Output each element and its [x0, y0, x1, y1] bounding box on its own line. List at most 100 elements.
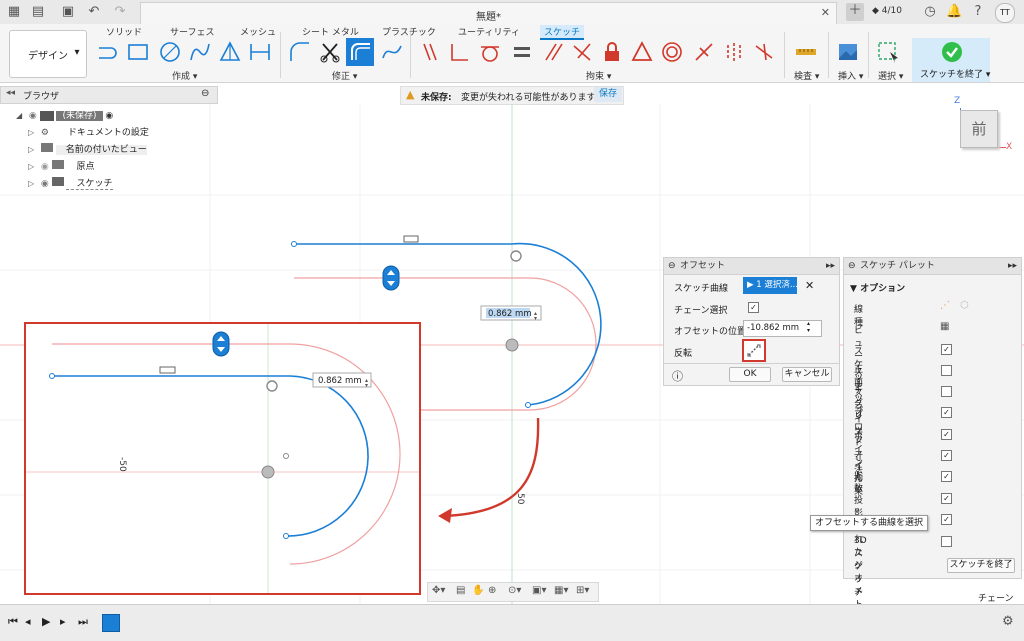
expand-panel-icon[interactable]: ▸▸: [1008, 258, 1017, 274]
collapse-icon[interactable]: ⊖: [848, 258, 856, 274]
group-inspect-label[interactable]: 検査 ▾: [794, 69, 819, 82]
collapse-icon[interactable]: ⊖: [668, 258, 676, 274]
dimensions-checkbox[interactable]: ✓: [941, 450, 952, 461]
user-avatar[interactable]: TT: [995, 3, 1015, 23]
select-icon[interactable]: [876, 40, 900, 64]
slice-checkbox[interactable]: [941, 386, 952, 397]
app-grid-icon[interactable]: ▦: [6, 4, 22, 20]
undo-icon[interactable]: ↶: [86, 4, 102, 20]
look-at-icon[interactable]: ▤: [456, 585, 465, 596]
viewcube-front-face[interactable]: 前: [960, 110, 998, 148]
horizontal-vertical-constraint-icon[interactable]: [692, 40, 716, 64]
spline-tool-icon[interactable]: [380, 40, 404, 64]
orbit-icon[interactable]: ✥▾: [432, 585, 445, 596]
flip-button[interactable]: [742, 339, 766, 362]
expand-panel-icon[interactable]: ▸▸: [826, 258, 835, 274]
save-link[interactable]: 保存: [594, 87, 623, 102]
symmetry-constraint-icon[interactable]: [722, 40, 746, 64]
file-menu-icon[interactable]: ▤: [30, 4, 46, 20]
sketch-palette-header[interactable]: ⊖ スケッチ パレット ▸▸: [844, 258, 1021, 275]
redo-icon[interactable]: ↷: [112, 4, 128, 20]
zoom-icon[interactable]: ⊕: [488, 585, 496, 596]
polygon-tool-icon[interactable]: [218, 40, 242, 64]
arc-tool-icon[interactable]: [188, 40, 212, 64]
equal-constraint-icon[interactable]: [510, 40, 534, 64]
timeline-sketch-feature[interactable]: [102, 614, 120, 632]
tangent-constraint-icon[interactable]: [478, 40, 502, 64]
help-icon[interactable]: ?: [970, 4, 986, 20]
construction-linetype-icon[interactable]: ⋰: [940, 300, 950, 311]
sketch-origin-point[interactable]: [505, 338, 519, 352]
line-tool-icon[interactable]: [96, 40, 120, 64]
offset-drag-handle[interactable]: [382, 265, 400, 291]
fit-icon[interactable]: ⊙▾: [508, 585, 521, 596]
offset-position-input[interactable]: -10.862 mm: [743, 320, 822, 337]
new-tab-icon[interactable]: ＋: [846, 3, 864, 21]
offset-dialog-header[interactable]: ⊖ オフセット ▸▸: [664, 258, 839, 275]
chain-select-checkbox[interactable]: ✓: [748, 302, 759, 313]
info-icon[interactable]: ⓘ: [672, 368, 683, 384]
offset-distance-input[interactable]: 0.862 mm ▴ ▾: [480, 305, 542, 322]
offset-tool-icon[interactable]: [346, 38, 374, 66]
group-insert-label[interactable]: 挿入 ▾: [838, 69, 863, 82]
circle-tool-icon[interactable]: [158, 40, 182, 64]
curvature-constraint-icon[interactable]: [752, 40, 776, 64]
play-icon[interactable]: ▶: [42, 615, 50, 628]
go-to-end-icon[interactable]: ⏭: [78, 615, 88, 629]
measure-icon[interactable]: [794, 40, 818, 64]
document-tab[interactable]: 無題* ✕: [140, 2, 837, 25]
look-at-icon[interactable]: ▦: [940, 321, 949, 332]
concentric-constraint-icon[interactable]: [660, 40, 684, 64]
tab-sheet-metal[interactable]: シート メタル: [302, 25, 359, 38]
group-select-label[interactable]: 選択 ▾: [878, 69, 903, 82]
curve-endpoint[interactable]: [291, 241, 297, 247]
tab-mesh[interactable]: メッシュ: [240, 25, 276, 38]
rectangle-tool-icon[interactable]: [126, 40, 150, 64]
save-icon[interactable]: ▣: [60, 4, 76, 20]
group-modify-label[interactable]: 修正 ▾: [332, 69, 357, 82]
cancel-button[interactable]: キャンセル: [782, 367, 832, 382]
tab-surface[interactable]: サーフェス: [170, 25, 214, 38]
viewcube[interactable]: Z X 前: [948, 96, 1018, 160]
display-settings-icon[interactable]: ▣▾: [532, 585, 546, 596]
grid-settings-icon[interactable]: ▦▾: [554, 585, 568, 596]
collapse-browser-icon[interactable]: ◂◂: [6, 88, 15, 98]
points-checkbox[interactable]: ✓: [941, 429, 952, 440]
settings-gear-icon[interactable]: ⚙: [1002, 614, 1014, 629]
tab-solid[interactable]: ソリッド: [106, 25, 142, 38]
step-forward-icon[interactable]: ▸: [60, 615, 66, 628]
clock-icon[interactable]: ◷: [922, 4, 938, 20]
constraints-checkbox[interactable]: ✓: [941, 471, 952, 482]
horizontal-constraint-glyph[interactable]: [403, 235, 419, 243]
ok-button[interactable]: OK: [729, 367, 771, 382]
tab-plastic[interactable]: プラスチック: [382, 25, 436, 38]
perpendicular-constraint-icon[interactable]: [570, 40, 594, 64]
coincident-constraint-icon[interactable]: [418, 40, 442, 64]
tab-utility[interactable]: ユーティリティ: [458, 25, 520, 38]
profile-checkbox[interactable]: ✓: [941, 407, 952, 418]
palette-finish-sketch-button[interactable]: スケッチを終了: [947, 558, 1015, 573]
curve-selection-button[interactable]: ▶ 1 選択済...: [743, 277, 797, 294]
close-tab-icon[interactable]: ✕: [821, 6, 830, 19]
job-status[interactable]: ◆ 4/10: [872, 6, 902, 16]
centerline-linetype-icon[interactable]: ⬡: [960, 300, 969, 311]
fix-constraint-icon[interactable]: [600, 40, 624, 64]
group-create-label[interactable]: 作成 ▾: [172, 69, 197, 82]
3d-sketch-checkbox[interactable]: [941, 536, 952, 547]
sketch-grid-checkbox[interactable]: ✓: [941, 344, 952, 355]
options-section[interactable]: ▼ オプション: [850, 281, 905, 294]
step-back-icon[interactable]: ◂: [25, 615, 31, 628]
pan-icon[interactable]: ✋: [472, 585, 484, 596]
tangent-constraint-glyph[interactable]: [510, 250, 522, 262]
projected-geometry-checkbox[interactable]: ✓: [941, 493, 952, 504]
trim-tool-icon[interactable]: [318, 40, 342, 64]
notification-icon[interactable]: 🔔: [946, 4, 962, 20]
go-to-start-icon[interactable]: ⏮: [8, 615, 18, 629]
workspace-switcher-button[interactable]: デザイン ▾: [9, 30, 87, 78]
parallel-constraint-icon[interactable]: [542, 40, 566, 64]
insert-image-icon[interactable]: [836, 40, 860, 64]
stepper-icon[interactable]: ▴ ▾: [807, 320, 810, 334]
dimension-tool-icon[interactable]: [248, 40, 272, 64]
clear-selection-icon[interactable]: ✕: [805, 279, 814, 292]
fillet-tool-icon[interactable]: [288, 40, 312, 64]
